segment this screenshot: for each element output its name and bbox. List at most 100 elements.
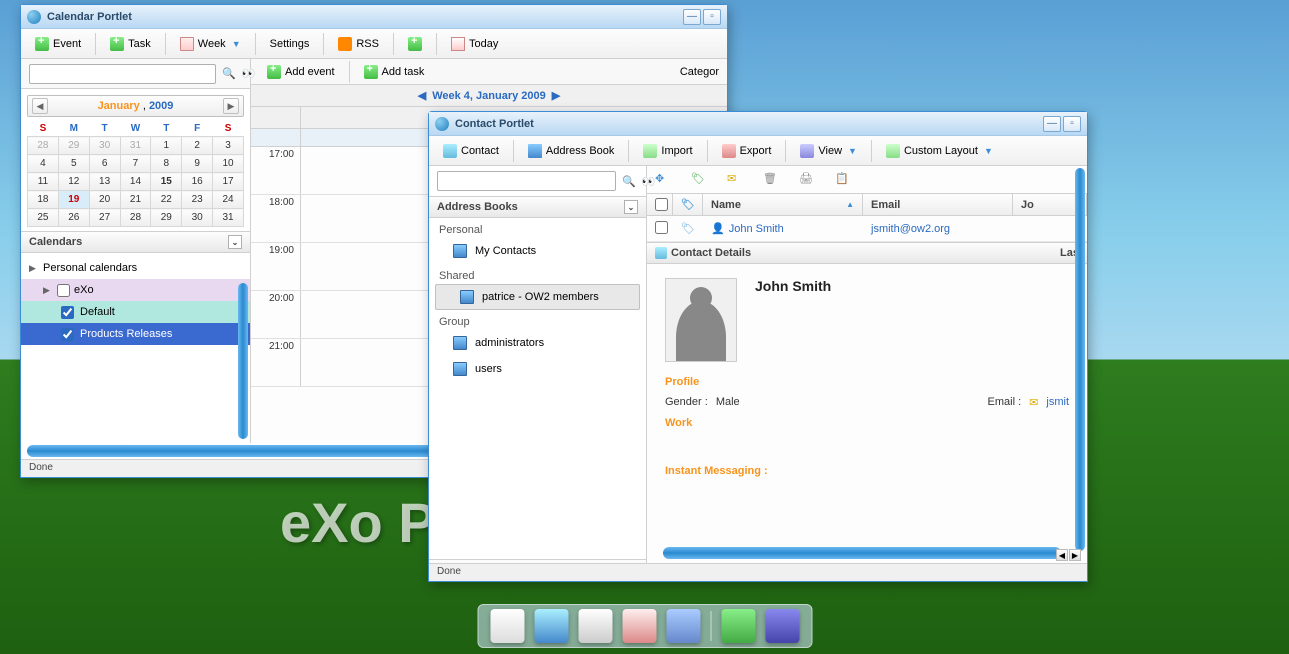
main-v-scrollbar[interactable] bbox=[1075, 168, 1085, 551]
calendar-day[interactable]: 24 bbox=[213, 191, 244, 209]
calendar-day[interactable]: 26 bbox=[58, 209, 89, 227]
scroll-left-button[interactable]: ◀ bbox=[1056, 549, 1068, 561]
contact-h-scrollbar[interactable] bbox=[663, 547, 1061, 559]
products-checkbox[interactable] bbox=[61, 328, 74, 341]
month-label[interactable]: January bbox=[98, 100, 140, 112]
next-week-button[interactable]: ▶ bbox=[552, 89, 560, 102]
calendar-day[interactable]: 21 bbox=[120, 191, 151, 209]
shared-item[interactable]: patrice - OW2 members bbox=[435, 284, 640, 310]
calendar-day[interactable]: 30 bbox=[182, 209, 213, 227]
calendar-day[interactable]: 5 bbox=[58, 155, 89, 173]
calendar-day[interactable]: 1 bbox=[151, 137, 182, 155]
binoculars-icon[interactable]: 👀 bbox=[242, 67, 256, 80]
calendar-day[interactable]: 29 bbox=[151, 209, 182, 227]
week-dropdown[interactable]: Week▼ bbox=[172, 34, 249, 54]
delete-icon[interactable]: 🗑 bbox=[763, 172, 781, 188]
calendar-day[interactable]: 20 bbox=[89, 191, 120, 209]
calendar-day[interactable]: 30 bbox=[89, 137, 120, 155]
dock-calendar-icon[interactable] bbox=[622, 609, 656, 643]
dock-browser-icon[interactable] bbox=[534, 609, 568, 643]
mail-icon[interactable]: ✉ bbox=[727, 172, 745, 188]
calendar-day[interactable]: 18 bbox=[28, 191, 59, 209]
calendar-day[interactable]: 31 bbox=[213, 209, 244, 227]
default-checkbox[interactable] bbox=[61, 306, 74, 319]
search-icon[interactable]: 🔍 bbox=[622, 175, 636, 188]
contact-titlebar[interactable]: Contact Portlet — ▫ bbox=[429, 112, 1087, 136]
print-icon[interactable]: 🖨 bbox=[799, 172, 817, 188]
calendar-day[interactable]: 4 bbox=[28, 155, 59, 173]
calendar-day[interactable]: 25 bbox=[28, 209, 59, 227]
calendar-day[interactable]: 6 bbox=[89, 155, 120, 173]
calendar-day[interactable]: 27 bbox=[89, 209, 120, 227]
email-column[interactable]: Email bbox=[863, 194, 1013, 215]
email-link[interactable]: jsmit bbox=[1046, 396, 1069, 409]
calendar-day[interactable]: 29 bbox=[58, 137, 89, 155]
tag-icon[interactable]: 🏷 bbox=[681, 198, 695, 211]
tag-icon[interactable]: 🏷 bbox=[691, 172, 709, 188]
calendar-search-input[interactable] bbox=[29, 64, 216, 84]
minimize-button[interactable]: — bbox=[1043, 116, 1061, 132]
exo-calendar-row[interactable]: ▶eXo bbox=[21, 279, 250, 301]
calendar-day[interactable]: 8 bbox=[151, 155, 182, 173]
default-calendar-item[interactable]: Default bbox=[21, 301, 250, 323]
select-all-checkbox[interactable] bbox=[655, 198, 668, 211]
address-book-button[interactable]: Address Book bbox=[520, 141, 622, 161]
maximize-button[interactable]: ▫ bbox=[703, 9, 721, 25]
calendar-day[interactable]: 7 bbox=[120, 155, 151, 173]
calendar-day[interactable]: 11 bbox=[28, 173, 59, 191]
event-button[interactable]: Event bbox=[27, 34, 89, 54]
address-books-header[interactable]: Address Books ⌄ bbox=[429, 196, 646, 218]
row-checkbox[interactable] bbox=[655, 221, 668, 234]
users-item[interactable]: users bbox=[429, 356, 646, 382]
calendar-day[interactable]: 2 bbox=[182, 137, 213, 155]
view-dropdown[interactable]: View▼ bbox=[792, 141, 865, 161]
calendar-day[interactable]: 23 bbox=[182, 191, 213, 209]
calendar-day[interactable]: 19 bbox=[58, 191, 89, 209]
scroll-right-button[interactable]: ▶ bbox=[1069, 549, 1081, 561]
prev-week-button[interactable]: ◀ bbox=[418, 89, 426, 102]
prev-month-button[interactable]: ◀ bbox=[32, 98, 48, 114]
contact-row[interactable]: 🏷 👤John Smith jsmith@ow2.org bbox=[647, 216, 1087, 242]
collapse-icon[interactable]: ⌄ bbox=[228, 235, 242, 249]
minimize-button[interactable]: — bbox=[683, 9, 701, 25]
dock-settings-icon[interactable] bbox=[490, 609, 524, 643]
personal-calendars-row[interactable]: ▶Personal calendars bbox=[21, 257, 250, 279]
calendar-day[interactable]: 15 bbox=[151, 173, 182, 191]
new-contact-button[interactable]: Contact bbox=[435, 141, 507, 161]
move-icon[interactable]: ✥ bbox=[655, 172, 673, 188]
expand-button[interactable] bbox=[400, 34, 430, 54]
copy-icon[interactable]: 📋 bbox=[835, 172, 853, 188]
calendars-panel-header[interactable]: Calendars ⌄ bbox=[21, 231, 250, 253]
sidebar-scrollbar[interactable] bbox=[238, 283, 248, 439]
name-column[interactable]: Name▲ bbox=[703, 194, 863, 215]
calendar-day[interactable]: 9 bbox=[182, 155, 213, 173]
import-button[interactable]: Import bbox=[635, 141, 700, 161]
today-button[interactable]: Today bbox=[443, 34, 506, 54]
contact-search-input[interactable] bbox=[437, 171, 616, 191]
my-contacts-item[interactable]: My Contacts bbox=[429, 238, 646, 264]
calendar-day[interactable]: 17 bbox=[213, 173, 244, 191]
exo-checkbox[interactable] bbox=[57, 284, 70, 297]
rss-button[interactable]: RSS bbox=[330, 34, 387, 54]
dock-home-icon[interactable] bbox=[721, 609, 755, 643]
add-task-button[interactable]: Add task bbox=[356, 62, 433, 82]
maximize-button[interactable]: ▫ bbox=[1063, 116, 1081, 132]
collapse-icon[interactable]: ⌄ bbox=[624, 200, 638, 214]
calendar-day[interactable]: 22 bbox=[151, 191, 182, 209]
dock-mail-icon[interactable] bbox=[578, 609, 612, 643]
calendar-day[interactable]: 13 bbox=[89, 173, 120, 191]
calendar-day[interactable]: 10 bbox=[213, 155, 244, 173]
calendar-day[interactable]: 12 bbox=[58, 173, 89, 191]
calendar-day[interactable]: 28 bbox=[120, 209, 151, 227]
calendar-day[interactable]: 16 bbox=[182, 173, 213, 191]
dock-contacts-icon[interactable] bbox=[666, 609, 700, 643]
next-month-button[interactable]: ▶ bbox=[223, 98, 239, 114]
administrators-item[interactable]: administrators bbox=[429, 330, 646, 356]
search-icon[interactable]: 🔍 bbox=[222, 67, 236, 80]
layout-dropdown[interactable]: Custom Layout▼ bbox=[878, 141, 1001, 161]
export-button[interactable]: Export bbox=[714, 141, 780, 161]
task-button[interactable]: Task bbox=[102, 34, 159, 54]
settings-button[interactable]: Settings bbox=[262, 35, 318, 53]
year-label[interactable]: 2009 bbox=[149, 100, 173, 112]
calendar-day[interactable]: 14 bbox=[120, 173, 151, 191]
